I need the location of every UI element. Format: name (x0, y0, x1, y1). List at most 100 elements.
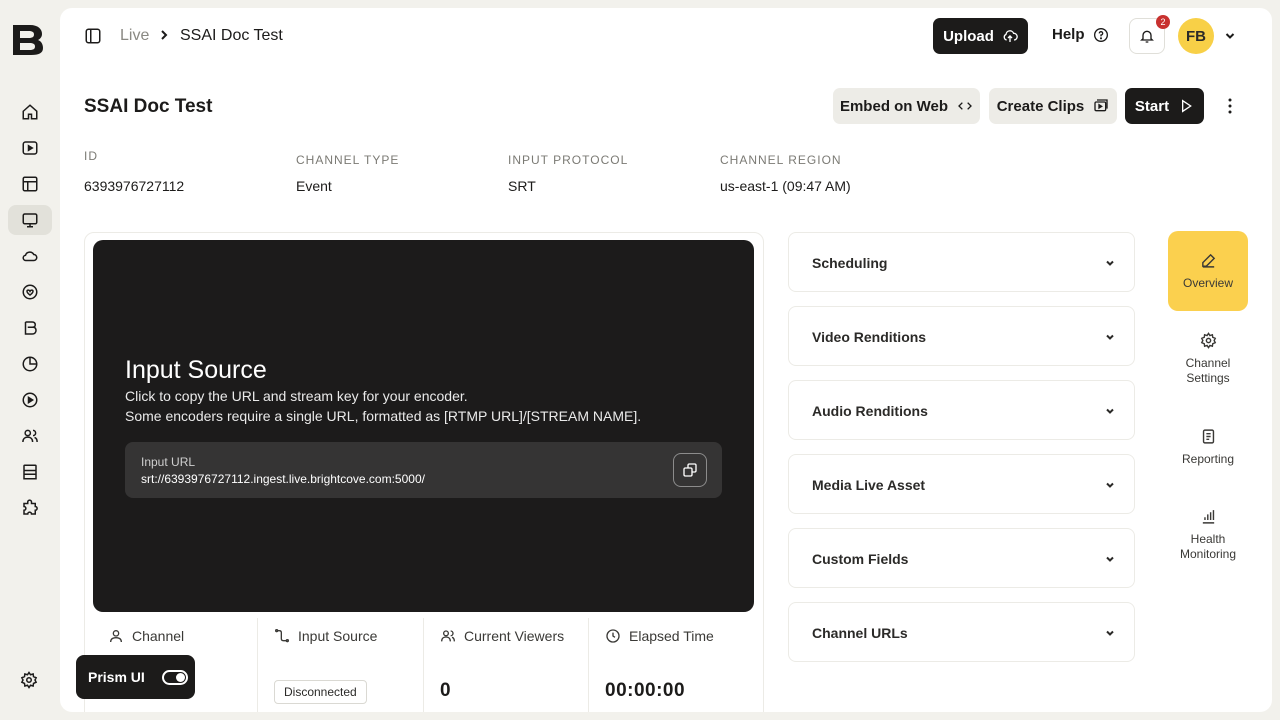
chevron-down-icon (1106, 482, 1114, 488)
pencil-icon (1201, 253, 1215, 268)
media-icon[interactable] (8, 133, 52, 163)
stat-viewers-head: Current Viewers (440, 628, 564, 644)
users-icon[interactable] (8, 421, 52, 451)
brightcove-logo-icon[interactable] (10, 22, 46, 56)
accordion-title: Scheduling (812, 255, 888, 271)
help-label: Help (1052, 26, 1085, 43)
breadcrumb-live[interactable]: Live (120, 27, 149, 45)
channel-type-label: CHANNEL TYPE (296, 153, 400, 167)
more-options-icon[interactable] (1220, 96, 1240, 116)
accordion-title: Media Live Asset (812, 477, 926, 493)
chevron-down-icon (1106, 260, 1114, 266)
id-label: ID (84, 149, 98, 163)
help-circle-icon (1093, 27, 1108, 42)
store-icon[interactable] (8, 457, 52, 487)
clips-icon (1094, 99, 1108, 112)
accordion-title: Audio Renditions (812, 403, 928, 419)
chevron-right-icon (159, 28, 169, 42)
accordion-audio-renditions[interactable]: Audio Renditions (788, 380, 1135, 440)
stat-elapsed-label: Elapsed Time (629, 628, 714, 644)
chevron-down-icon (1106, 630, 1114, 636)
play-circle-icon[interactable] (8, 385, 52, 415)
clips-label: Create Clips (996, 97, 1085, 115)
input-protocol-value: SRT (508, 178, 536, 194)
input-protocol-label: INPUT PROTOCOL (508, 153, 629, 167)
tab-overview[interactable]: Overview (1168, 231, 1248, 311)
upload-button[interactable]: Upload (933, 18, 1028, 54)
stat-elapsed-value: 00:00:00 (605, 680, 686, 701)
start-label: Start (1134, 97, 1170, 115)
toggle-switch[interactable] (161, 669, 188, 685)
engagement-icon[interactable] (8, 277, 52, 307)
chevron-down-icon (1106, 334, 1114, 340)
create-clips-button[interactable]: Create Clips (989, 88, 1117, 124)
tab-health-label-2: Monitoring (1179, 547, 1237, 561)
settings-gear-icon[interactable] (20, 671, 38, 689)
notification-badge: 2 (1156, 15, 1170, 29)
layout-icon[interactable] (8, 169, 52, 199)
page-title: SSAI Doc Test (84, 96, 213, 117)
top-bar: Live SSAI Doc Test Upload Help 2 FB (60, 8, 1272, 64)
cloud-upload-icon (1003, 30, 1018, 42)
upload-label: Upload (943, 27, 994, 45)
brand-icon[interactable] (8, 313, 52, 343)
id-value: 6393976727112 (84, 178, 185, 194)
tab-reporting-label: Reporting (1181, 452, 1235, 466)
copy-url-button[interactable] (673, 453, 707, 487)
prism-ui-toggle[interactable]: Prism UI (76, 655, 195, 699)
play-icon (1182, 99, 1192, 113)
home-icon[interactable] (8, 97, 52, 127)
bell-icon (1140, 30, 1154, 43)
prism-ui-label: Prism UI (88, 669, 145, 685)
copy-icon (683, 463, 697, 477)
sidebar-toggle-icon[interactable] (84, 27, 102, 45)
notifications-button[interactable]: 2 (1129, 15, 1170, 54)
tab-settings-label-1: Channel (1185, 356, 1231, 370)
accordion-channel-urls[interactable]: Channel URLs (788, 602, 1135, 662)
tab-overview-label: Overview (1182, 275, 1233, 290)
stat-elapsed-head: Elapsed Time (605, 628, 714, 644)
accordion-media-live-asset[interactable]: Media Live Asset (788, 454, 1135, 514)
live-icon[interactable] (8, 205, 52, 235)
chevron-down-icon (1106, 556, 1114, 562)
accordion-scheduling[interactable]: Scheduling (788, 232, 1135, 292)
tab-reporting[interactable]: Reporting (1168, 428, 1248, 467)
route-icon (275, 629, 289, 643)
document-icon (1202, 429, 1214, 444)
code-icon (958, 102, 972, 110)
plugins-icon[interactable] (8, 493, 52, 523)
input-url-label: Input URL (141, 455, 196, 469)
channel-region-label: CHANNEL REGION (720, 153, 842, 167)
accordion-title: Video Renditions (812, 329, 927, 345)
stat-channel-head: Channel (108, 628, 184, 644)
user-avatar[interactable]: FB (1178, 18, 1214, 54)
input-source-title: Input Source (125, 356, 267, 384)
help-button[interactable]: Help (1052, 26, 1109, 43)
stat-elapsed: Elapsed Time 00:00:00 (589, 618, 764, 712)
analytics-pie-icon[interactable] (8, 349, 52, 379)
channel-type-value: Event (296, 178, 332, 194)
input-url-box[interactable]: Input URL srt://6393976727112.ingest.liv… (125, 442, 722, 498)
embed-label: Embed on Web (839, 97, 949, 115)
accordion-custom-fields[interactable]: Custom Fields (788, 528, 1135, 588)
stat-input-head: Input Source (274, 628, 377, 644)
tab-health-monitoring[interactable]: Health Monitoring (1168, 508, 1248, 562)
stat-viewers-value: 0 (440, 680, 452, 701)
bar-chart-icon (1202, 510, 1214, 524)
channel-region-value: us-east-1 (09:47 AM) (720, 178, 851, 194)
input-source-panel: Input Source Click to copy the URL and s… (93, 240, 754, 612)
accordion-title: Channel URLs (812, 625, 908, 641)
stat-input-label: Input Source (298, 628, 378, 644)
tab-channel-settings[interactable]: Channel Settings (1168, 332, 1248, 386)
start-button[interactable]: Start (1125, 88, 1204, 124)
chevron-down-icon[interactable] (1224, 30, 1236, 42)
breadcrumb-current: SSAI Doc Test (180, 27, 283, 44)
clock-icon (606, 629, 620, 643)
accordion-video-renditions[interactable]: Video Renditions (788, 306, 1135, 366)
embed-on-web-button[interactable]: Embed on Web (833, 88, 980, 124)
stat-input-source: Input Source Disconnected (258, 618, 424, 712)
accordion-title: Custom Fields (812, 551, 909, 567)
viewers-icon (441, 630, 455, 642)
tab-health-label-1: Health (1190, 532, 1226, 546)
cloud-icon[interactable] (8, 241, 52, 271)
